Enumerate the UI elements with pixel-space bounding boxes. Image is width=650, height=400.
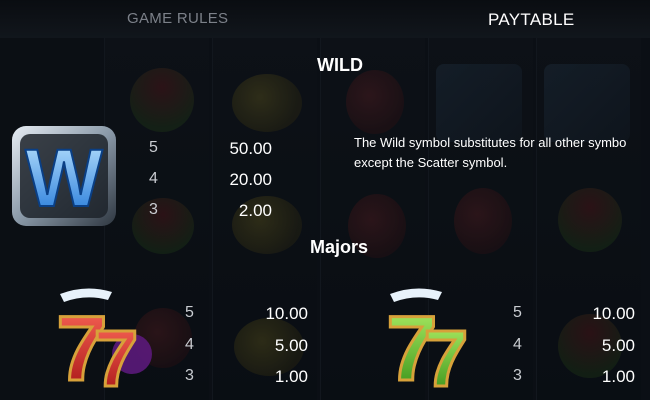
wild-count: 4 xyxy=(149,170,158,187)
red-seven-count: 4 xyxy=(185,336,194,353)
red-seven-count: 3 xyxy=(185,367,194,384)
wild-count: 3 xyxy=(149,201,158,218)
green-seven-payout: 5.00 xyxy=(601,336,635,355)
tab-paytable[interactable]: PAYTABLE xyxy=(488,10,574,30)
wild-payout: 20.00 xyxy=(229,170,272,189)
tab-bar: GAME RULES PAYTABLE xyxy=(0,0,650,38)
red-seven-payout: 1.00 xyxy=(274,367,308,386)
wild-count: 5 xyxy=(149,139,158,156)
green-seven-count: 4 xyxy=(513,336,522,353)
green-double-seven-icon: 7 7 xyxy=(385,288,470,392)
green-seven-count: 3 xyxy=(513,367,522,384)
wild-payout: 2.00 xyxy=(238,201,272,220)
red-seven-payout: 10.00 xyxy=(265,304,308,323)
green-seven-payout: 10.00 xyxy=(592,304,635,323)
green-seven-payout: 1.00 xyxy=(601,367,635,386)
wild-payout: 50.00 xyxy=(229,139,272,158)
red-seven-glyph: 7 xyxy=(94,314,139,392)
red-seven-payout: 5.00 xyxy=(274,336,308,355)
red-seven-count: 5 xyxy=(185,304,194,321)
wild-heading: WILD xyxy=(317,55,363,75)
wild-description: The Wild symbol substitutes for all othe… xyxy=(354,135,627,170)
wild-letter: W xyxy=(25,133,103,224)
tab-game-rules[interactable]: GAME RULES xyxy=(127,10,228,27)
red-double-seven-icon: 7 7 xyxy=(55,288,152,392)
green-seven-count: 5 xyxy=(513,304,522,321)
majors-heading: Majors xyxy=(309,237,369,257)
wild-ice-cube-icon: W xyxy=(12,126,116,226)
green-seven-glyph: 7 xyxy=(424,314,469,392)
